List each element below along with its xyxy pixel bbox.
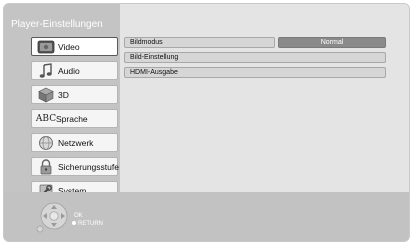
setting-value-bildmodus[interactable]: Normal — [278, 37, 386, 48]
menu-item-label: Netzwerk — [58, 137, 94, 148]
setting-row-hdmi-ausgabe[interactable]: HDMI-Ausgabe — [124, 67, 386, 78]
ok-hint: OK — [74, 213, 83, 219]
language-abc-text: ABC — [35, 113, 57, 124]
menu-item-label: Sprache — [56, 113, 88, 124]
settings-screen: Player-Einstellungen Video Audio 3D ABC … — [3, 3, 410, 242]
page-title: Player-Einstellungen — [11, 19, 103, 30]
menu-item-label: Video — [58, 41, 80, 52]
left-menu-panel: Player-Einstellungen Video Audio 3D ABC … — [4, 4, 120, 200]
language-abc-icon: ABC — [36, 110, 56, 127]
menu-item-sprache[interactable]: ABC Sprache — [31, 109, 118, 128]
return-hint: RETURN — [72, 221, 103, 227]
network-globe-icon — [36, 134, 56, 151]
footer-bar: OK RETURN — [4, 192, 409, 241]
setting-row-bildmodus[interactable]: Bildmodus — [124, 37, 275, 48]
remote-dpad-icon — [36, 201, 70, 238]
menu-item-label: 3D — [58, 89, 69, 100]
return-label: RETURN — [78, 221, 103, 227]
video-icon — [36, 38, 56, 55]
menu-item-netzwerk[interactable]: Netzwerk — [31, 133, 118, 152]
settings-content-panel: Bildmodus Normal Bild-Einstellung HDMI-A… — [120, 4, 409, 192]
audio-icon — [36, 62, 56, 79]
setting-row-bild-einstellung[interactable]: Bild-Einstellung — [124, 52, 386, 63]
menu-item-3d[interactable]: 3D — [31, 85, 118, 104]
menu-item-audio[interactable]: Audio — [31, 61, 118, 80]
lock-icon — [36, 158, 56, 175]
setting-row-label: HDMI-Ausgabe — [130, 69, 178, 76]
menu-item-sicherungsstufe[interactable]: Sicherungsstufe — [31, 157, 119, 176]
menu-item-label: Audio — [58, 65, 80, 76]
3d-cube-icon — [36, 86, 56, 103]
menu-item-video[interactable]: Video — [31, 37, 118, 56]
menu-item-label: Sicherungsstufe — [58, 161, 119, 172]
setting-row-label: Bildmodus — [130, 39, 163, 46]
return-dot-icon — [72, 221, 76, 226]
setting-row-label: Bild-Einstellung — [130, 54, 179, 61]
